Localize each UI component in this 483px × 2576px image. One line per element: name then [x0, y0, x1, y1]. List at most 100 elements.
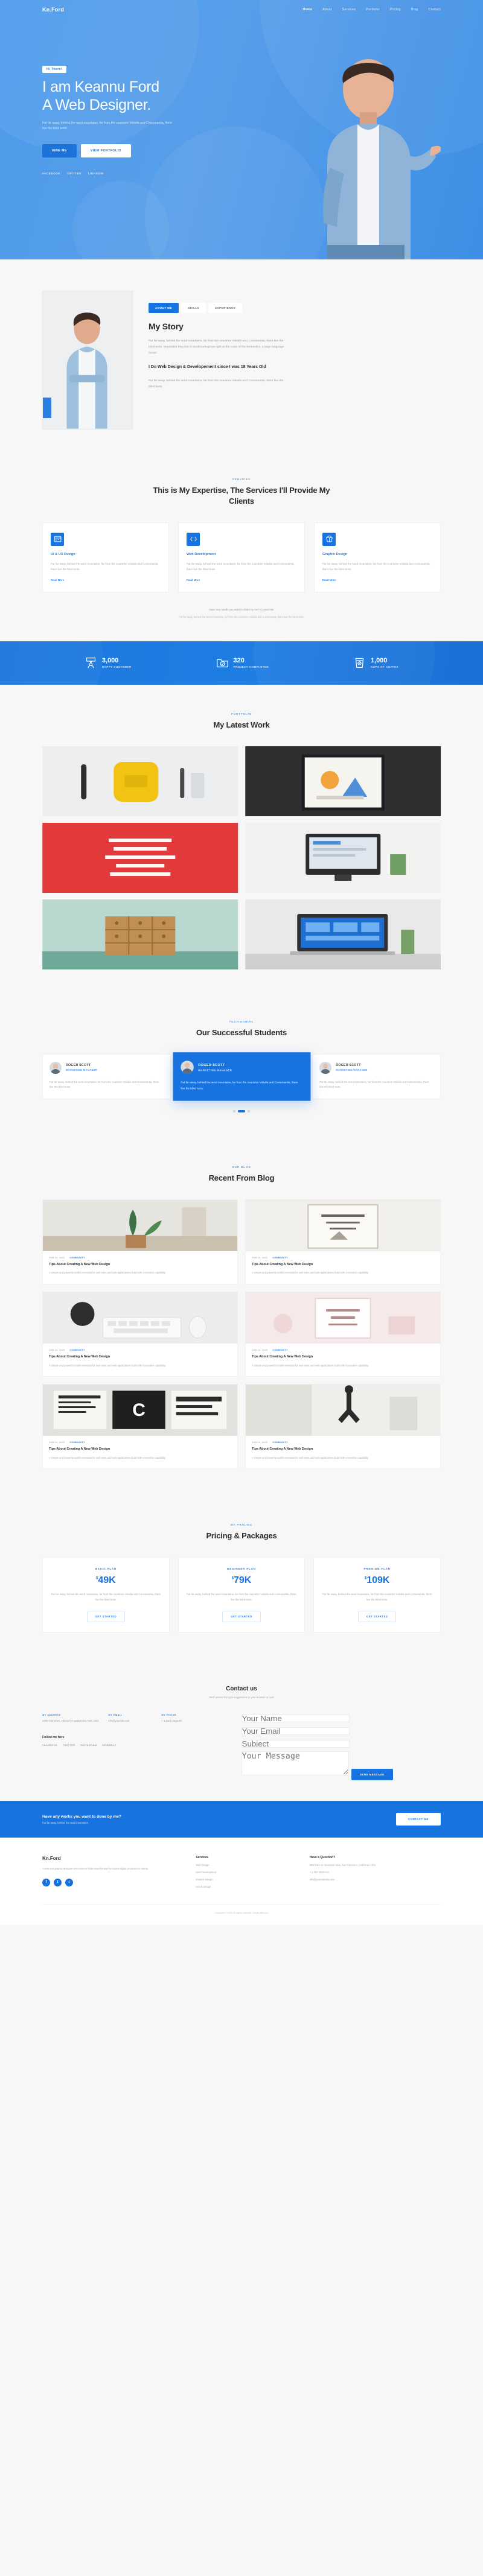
blog-post-card[interactable]: JUN 14, 2020 COMMUNITY Tips About Creati… [42, 1199, 238, 1284]
blog-post-title[interactable]: Tips About Creating A New Web Design [252, 1263, 434, 1267]
footer-address: 203 Fake St. Mountain View, San Francisc… [309, 1864, 376, 1867]
nav-item-portfolio[interactable]: Portfolio [366, 8, 379, 11]
nav-item-pricing[interactable]: Pricing [390, 8, 401, 11]
avatar [319, 1061, 332, 1074]
blog-post-card[interactable]: JUN 14, 2020 COMMUNITY Tips About Creati… [245, 1384, 441, 1470]
contact-section: Contact us We'll answer the typo suggest… [0, 1661, 483, 1801]
tab-about-me[interactable]: ABOUT ME [149, 303, 179, 313]
service-card-graphic-design[interactable]: Graphic Design Far far away, behind the … [314, 522, 441, 592]
nav-item-blog[interactable]: Blog [411, 8, 418, 11]
service-card-web-development[interactable]: Web Development Far far away, behind the… [178, 522, 305, 592]
blog-post-card[interactable]: C JUN 14, 2020 COMMUNITY Tips About Crea… [42, 1384, 238, 1470]
follow-link-twitter[interactable]: TWITTER [63, 1743, 75, 1746]
blog-post-card[interactable]: JUN 14, 2020 COMMUNITY Tips About Creati… [245, 1199, 441, 1284]
service-read-more-link[interactable]: Read More [322, 579, 432, 582]
contact-info-list: MY ADDRESS 4490 Oak Drive, Albany NY 122… [42, 1713, 226, 1724]
testimonial-name: ROGER SCOTT [66, 1064, 91, 1068]
hero-heading: I am Keannu Ford A Web Designer. [42, 78, 223, 114]
cta-contact-button[interactable]: CONTACT ME [396, 1813, 441, 1826]
pricing-card-beginner[interactable]: BEGINNER PLAN $79K Far far away, behind … [178, 1557, 305, 1633]
blog-category[interactable]: COMMUNITY [272, 1349, 287, 1351]
follow-link-facebook[interactable]: FACEBOOK [42, 1743, 57, 1746]
footer-email[interactable]: info@yourdomain.com [310, 1878, 441, 1881]
social-link-facebook[interactable]: FACEBOOK [42, 172, 60, 175]
pricing-card-premium[interactable]: PREMIUM PLAN $109K Far far away, behind … [313, 1557, 441, 1633]
service-read-more-link[interactable]: Read More [51, 579, 161, 582]
footer-phone[interactable]: + 2 392 3929 210 [310, 1871, 441, 1874]
nav-item-about[interactable]: About [322, 8, 331, 11]
blog-category[interactable]: COMMUNITY [69, 1349, 85, 1351]
plan-text: Far far away, behind the word mountains,… [51, 1593, 161, 1601]
blog-category[interactable]: COMMUNITY [272, 1257, 287, 1259]
hire-me-button[interactable]: HIRE ME [42, 144, 77, 157]
portfolio-item-wooden-cabinet[interactable] [42, 899, 238, 969]
blog-post-card[interactable]: JUN 14, 2020 COMMUNITY Tips About Creati… [245, 1291, 441, 1377]
nav-item-contact[interactable]: Contact [429, 8, 441, 11]
instagram-icon[interactable]: i [65, 1878, 73, 1886]
contact-message-textarea[interactable] [241, 1751, 349, 1776]
tab-experience[interactable]: EXPERIENCE [208, 303, 243, 313]
portfolio-item-yellow-backpack[interactable] [42, 746, 238, 816]
footer-logo[interactable]: Kn.Ford [42, 1856, 178, 1861]
carousel-dot[interactable] [248, 1109, 250, 1112]
carousel-dot-active[interactable] [238, 1109, 245, 1112]
blog-post-title[interactable]: Tips About Creating A New Web Design [252, 1355, 434, 1360]
service-title: Web Development [187, 552, 216, 556]
info-value[interactable]: + 1 (315) 2345 68 [162, 1719, 205, 1724]
blog-post-title[interactable]: Tips About Creating A New Web Design [49, 1447, 231, 1452]
plan-name: PREMIUM PLAN [363, 1567, 391, 1571]
contact-name-input[interactable] [241, 1715, 350, 1723]
plan-get-started-button[interactable]: GET STARTED [86, 1611, 126, 1623]
pricing-grid: BASIC PLAN $49K Far far away, behind the… [42, 1557, 441, 1633]
blog-category[interactable]: COMMUNITY [69, 1257, 85, 1259]
plan-name: BASIC PLAN [95, 1567, 117, 1571]
blog-post-title[interactable]: Tips About Creating A New Web Design [49, 1355, 231, 1360]
portfolio-eyebrow: PORTFOLIO [231, 712, 252, 715]
footer-link[interactable]: Web Development [196, 1871, 291, 1874]
testimonial-card[interactable]: ROGER SCOTT MARKETING MANAGER Far far aw… [42, 1053, 171, 1099]
cta-text: Far far away, behind the word mountains. [42, 1821, 89, 1824]
testimonial-section: TESTIMONIAL Our Successful Students ROGE… [0, 993, 483, 1139]
follow-link-dribbble[interactable]: DRIBBBLE [102, 1743, 116, 1746]
testimonial-card-active[interactable]: ROGER SCOTT MARKETING MANAGER Far far aw… [173, 1052, 310, 1101]
portfolio-item-framed-art[interactable] [245, 746, 441, 816]
nav-links: Home About Services Portfolio Pricing Bl… [303, 8, 441, 11]
blog-post-title[interactable]: Tips About Creating A New Web Design [252, 1447, 434, 1452]
plan-get-started-button[interactable]: GET STARTED [222, 1611, 261, 1623]
info-value[interactable]: info@yoursite.com [109, 1719, 152, 1724]
tab-skills[interactable]: SKILLS [181, 303, 206, 313]
blog-grid: JUN 14, 2020 COMMUNITY Tips About Creati… [42, 1199, 441, 1470]
blog-post-title[interactable]: Tips About Creating A New Web Design [49, 1263, 231, 1267]
view-portfolio-button[interactable]: VIEW PORTFOLIO [80, 144, 131, 157]
plan-get-started-button[interactable]: GET STARTED [357, 1611, 397, 1623]
portfolio-section: PORTFOLIO My Latest Work [0, 684, 483, 994]
follow-me-links: FACEBOOK TWITTER INSTAGRAM DRIBBBLE [42, 1743, 226, 1746]
follow-me-title: Follow me here [42, 1736, 65, 1740]
contact-email-input[interactable] [241, 1727, 350, 1736]
send-message-button[interactable]: SEND MESSAGE [351, 1769, 393, 1781]
nav-item-home[interactable]: Home [303, 8, 313, 11]
blog-category[interactable]: COMMUNITY [272, 1441, 287, 1444]
pricing-card-basic[interactable]: BASIC PLAN $49K Far far away, behind the… [42, 1557, 170, 1633]
social-link-linkedin[interactable]: LINKEDIN [88, 172, 104, 175]
footer-link[interactable]: Web Design [196, 1864, 291, 1867]
testimonial-card[interactable]: ROGER SCOTT MARKETING MANAGER Far far aw… [312, 1053, 441, 1099]
follow-link-instagram[interactable]: INSTAGRAM [80, 1743, 97, 1746]
contact-subject-input[interactable] [241, 1740, 350, 1748]
stat-label: HAPPY CUSTOMER [101, 665, 132, 669]
twitter-icon[interactable]: t [54, 1878, 62, 1886]
service-read-more-link[interactable]: Read More [187, 579, 296, 582]
portfolio-item-laptop-devices[interactable] [245, 899, 441, 969]
site-logo[interactable]: Kn.Ford [42, 7, 64, 13]
social-link-twitter[interactable]: TWITTER [67, 172, 82, 175]
blog-category[interactable]: COMMUNITY [69, 1441, 85, 1444]
footer-link[interactable]: Graphic Design [196, 1878, 291, 1881]
footer-link[interactable]: UI/UX Design [196, 1885, 291, 1888]
portfolio-item-red-poster[interactable] [42, 822, 238, 893]
carousel-dot[interactable] [233, 1109, 235, 1112]
service-card-ui-ux[interactable]: UI & UX Design Far far away, behind the … [42, 522, 169, 592]
facebook-icon[interactable]: f [42, 1878, 50, 1886]
blog-post-card[interactable]: JUN 14, 2020 COMMUNITY Tips About Creati… [42, 1291, 238, 1377]
nav-item-services[interactable]: Services [342, 8, 356, 11]
portfolio-item-desktop-workspace[interactable] [245, 822, 441, 893]
